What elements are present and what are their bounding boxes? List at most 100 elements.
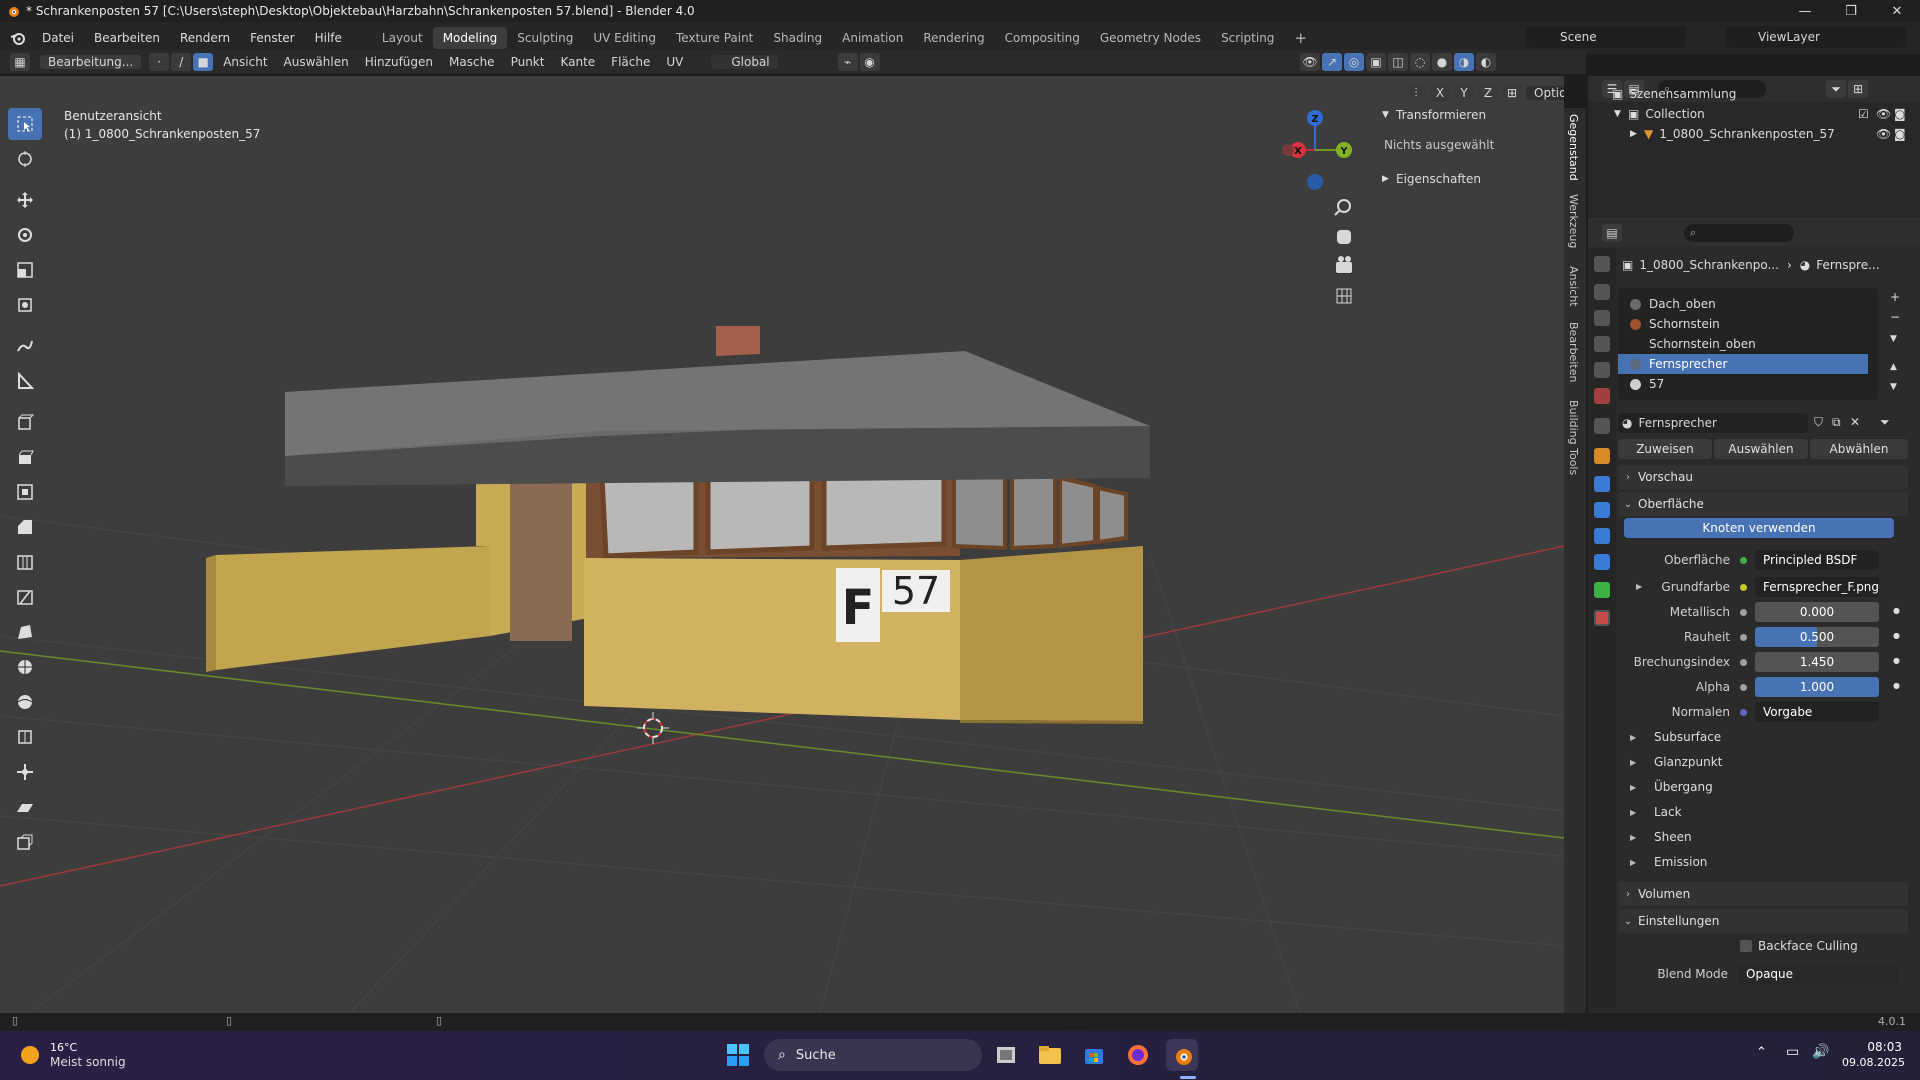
view-layer-tab-icon[interactable] (1594, 336, 1610, 352)
blender-taskbar-button[interactable] (1166, 1039, 1198, 1071)
select-box-tool[interactable] (8, 108, 42, 140)
weather-widget[interactable]: 16°C Meist sonnig (18, 1040, 126, 1070)
tab-bearbeiten[interactable]: Bearbeiten (1567, 322, 1580, 382)
3d-viewport[interactable]: F 57 Z Y X Benutzeransicht (1) 1_0800_Sc… (0, 76, 1564, 1013)
menu-hinzufuegen[interactable]: Hinzufügen (357, 55, 441, 69)
rendered-shading-icon[interactable]: ◐ (1476, 53, 1496, 71)
viewlayer-selector[interactable]: ViewLayer (1726, 26, 1906, 48)
proportional-edit-icon[interactable]: ◉ (859, 53, 880, 71)
edge-select-icon[interactable]: / (171, 53, 192, 71)
tab-werkzeug[interactable]: Werkzeug (1567, 194, 1580, 248)
eye-icon[interactable]: 👁 (1876, 107, 1891, 121)
data-tab-icon[interactable] (1594, 582, 1610, 598)
menu-auswaehlen[interactable]: Auswählen (276, 55, 357, 69)
smooth-tool[interactable] (8, 686, 42, 718)
collection-tab-icon[interactable] (1594, 418, 1610, 434)
material-slot[interactable]: 57 (1618, 374, 1868, 394)
blend-mode-dropdown[interactable]: Opaque (1738, 964, 1898, 984)
add-workspace-icon[interactable]: + (1284, 25, 1317, 51)
face-select-icon[interactable]: ■ (193, 53, 214, 71)
keyframe-dot-icon[interactable]: ● (1893, 606, 1900, 615)
tab-building-tools[interactable]: Building Tools (1567, 400, 1580, 475)
perspective-toggle-icon[interactable] (1336, 288, 1352, 304)
tab-layout[interactable]: Layout (372, 27, 433, 49)
snap-icon[interactable]: ⌁ (837, 53, 858, 71)
camera-icon[interactable]: ◙ (1894, 127, 1906, 141)
orientation-selector[interactable]: Global (711, 55, 778, 69)
knife-tool[interactable] (8, 581, 42, 613)
add-slot-icon[interactable]: + (1890, 290, 1900, 304)
shrink-fatten-tool[interactable] (8, 756, 42, 788)
menu-uv[interactable]: UV (658, 55, 691, 69)
gizmo-neg-z-axis[interactable] (1307, 174, 1323, 190)
file-explorer-button[interactable] (1034, 1039, 1066, 1071)
tab-scripting[interactable]: Scripting (1211, 27, 1284, 49)
constraints-tab-icon[interactable] (1594, 554, 1610, 570)
scene-tab-icon[interactable] (1594, 362, 1610, 378)
scene-selector[interactable]: Scene (1526, 26, 1686, 48)
keyframe-dot-icon[interactable]: ● (1893, 681, 1900, 690)
tab-rendering[interactable]: Rendering (913, 27, 994, 49)
roughness-slider[interactable]: 0.500 (1755, 627, 1879, 647)
firefox-button[interactable] (1122, 1039, 1154, 1071)
surface-section[interactable]: ⌄ Oberfläche (1618, 492, 1908, 516)
start-button[interactable] (722, 1039, 754, 1071)
store-button[interactable] (1078, 1039, 1110, 1071)
assign-button[interactable]: Zuweisen (1618, 439, 1712, 459)
extrude-tool[interactable] (8, 441, 42, 473)
modifier-tab-icon[interactable] (1594, 476, 1610, 492)
link-dropdown-icon[interactable]: ⏷ (1880, 415, 1890, 430)
move-down-icon[interactable]: ▼ (1890, 382, 1897, 392)
editor-type-icon[interactable]: ▦ (10, 53, 30, 71)
remove-slot-icon[interactable]: − (1890, 310, 1900, 324)
wireframe-shading-icon[interactable]: ◌ (1410, 53, 1430, 71)
select-button[interactable]: Auswählen (1714, 439, 1808, 459)
rotate-tool[interactable] (8, 219, 42, 251)
menu-datei[interactable]: Datei (32, 31, 84, 45)
clock[interactable]: 08:03 09.08.2025 (1842, 1039, 1905, 1071)
move-up-icon[interactable]: ▲ (1890, 362, 1897, 372)
options-dropdown[interactable]: Optionen (1526, 86, 1564, 100)
menu-masche[interactable]: Masche (441, 55, 503, 69)
material-name-field[interactable]: ◕ Fernsprecher (1618, 413, 1808, 433)
material-browse-icon[interactable]: ◕ (1622, 416, 1632, 430)
pan-hand-icon[interactable] (1337, 230, 1351, 244)
keyframe-dot-icon[interactable]: ● (1893, 631, 1900, 640)
transform-panel-header[interactable]: ▼ Transformieren (1376, 104, 1564, 126)
tab-ansicht[interactable]: Ansicht (1567, 266, 1580, 307)
tab-texture-paint[interactable]: Texture Paint (666, 27, 763, 49)
alpha-slider[interactable]: 1.000 (1755, 677, 1879, 697)
tab-compositing[interactable]: Compositing (995, 27, 1090, 49)
settings-section[interactable]: ⌄ Einstellungen (1618, 909, 1908, 933)
preview-section[interactable]: › Vorschau (1618, 465, 1908, 489)
tab-modeling[interactable]: Modeling (432, 27, 508, 49)
menu-flaeche[interactable]: Fläche (603, 55, 658, 69)
mode-selector[interactable]: Bearbeitung... (40, 55, 142, 69)
camera-view-icon[interactable] (1336, 256, 1352, 273)
eye-icon[interactable]: 👁 (1876, 127, 1891, 141)
mesh-overlay-icon[interactable]: ▣ (1366, 53, 1386, 71)
checkbox-icon[interactable]: ☑ (1858, 107, 1869, 121)
menu-fenster[interactable]: Fenster (240, 31, 305, 45)
axis-x-toggle[interactable]: X (1430, 84, 1450, 102)
move-tool[interactable] (8, 184, 42, 216)
bevel-tool[interactable] (8, 511, 42, 543)
world-tab-icon[interactable] (1594, 388, 1610, 404)
solid-shading-icon[interactable]: ● (1432, 53, 1452, 71)
axis-z-toggle[interactable]: Z (1478, 84, 1498, 102)
surface-shader-field[interactable]: Principled BSDF (1755, 550, 1879, 570)
transmission-subpanel[interactable]: ▶ Übergang (1630, 777, 1713, 797)
add-cube-tool[interactable] (8, 406, 42, 438)
metallic-slider[interactable]: 0.000 (1755, 602, 1879, 622)
physics-tab-icon[interactable] (1594, 528, 1610, 544)
material-shading-icon[interactable]: ◑ (1454, 53, 1474, 71)
maximize-button[interactable]: ❐ (1828, 0, 1874, 22)
scale-tool[interactable] (8, 254, 42, 286)
menu-rendern[interactable]: Rendern (170, 31, 240, 45)
material-slot[interactable]: Schornstein (1618, 314, 1868, 334)
blender-menu-icon[interactable] (10, 30, 26, 46)
menu-hilfe[interactable]: Hilfe (305, 31, 352, 45)
axis-y-toggle[interactable]: Y (1454, 84, 1474, 102)
tab-uv-editing[interactable]: UV Editing (583, 27, 666, 49)
keyframe-dot-icon[interactable]: ● (1893, 656, 1900, 665)
